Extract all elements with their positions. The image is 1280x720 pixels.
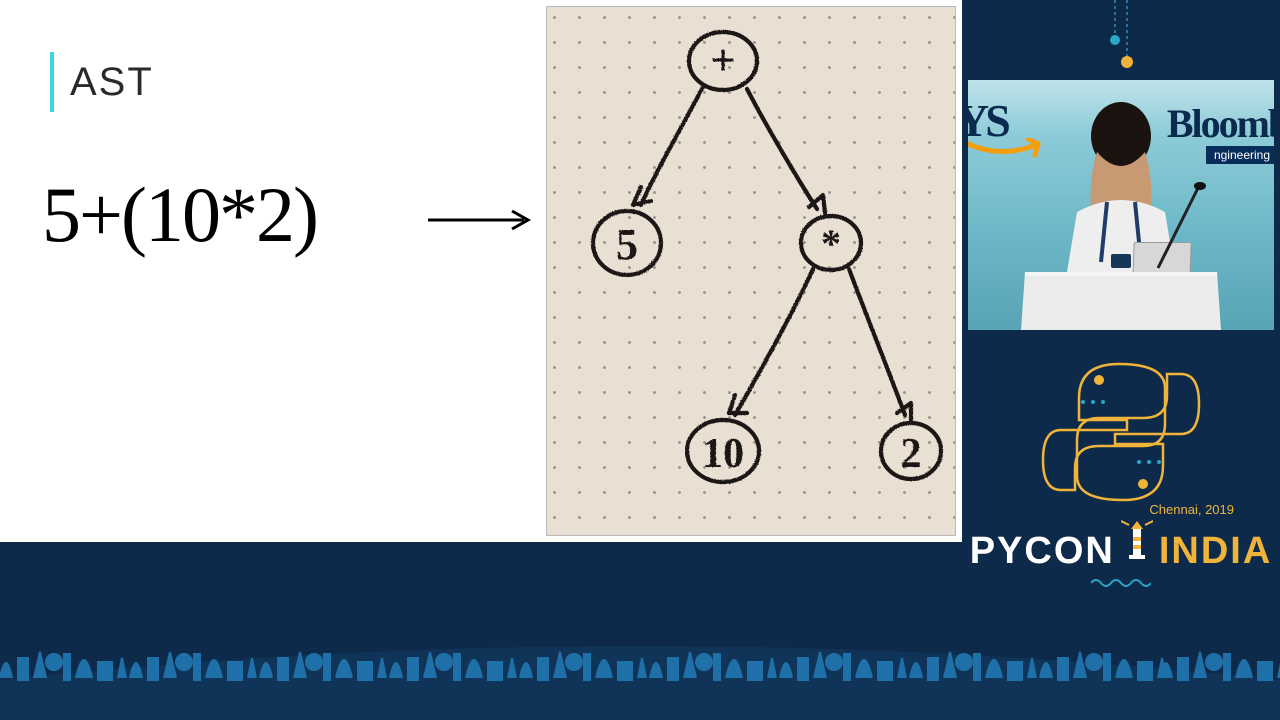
presentation-slide: AST 5+(10*2): [0, 0, 962, 542]
waves-icon: [1091, 577, 1151, 587]
slide-title: AST: [70, 60, 154, 105]
ast-node-left: 5: [616, 220, 638, 269]
event-subtitle: Chennai, 2019: [1149, 502, 1234, 517]
speaker-camera-frame: YS Bloombe ngineering: [968, 80, 1274, 330]
ast-node-right: *: [821, 221, 841, 266]
ast-node-right-right: 2: [901, 431, 922, 477]
ast-node-right-left: 10: [702, 431, 744, 477]
event-title-right: INDIA: [1159, 530, 1272, 573]
microphone-icon: [1152, 180, 1212, 270]
python-logo-icon: [1041, 352, 1201, 502]
hanging-ornament-icon: [1101, 0, 1141, 78]
event-title: PYCON INDIA: [970, 519, 1273, 573]
event-logo: Chennai, 2019 PYCON INDIA: [962, 352, 1280, 587]
sidebar: YS Bloombe ngineering: [962, 0, 1280, 720]
lectern: [1021, 272, 1221, 330]
ast-node-root: +: [710, 36, 735, 85]
sponsor-subtitle: ngineering: [1206, 146, 1274, 164]
slide-expression: 5+(10*2): [42, 170, 317, 260]
stage: AST 5+(10*2): [0, 0, 1280, 720]
ast-sketch: + 5 * 10 2: [546, 6, 956, 536]
lighthouse-icon: [1121, 519, 1153, 563]
accent-bar: [50, 52, 54, 112]
event-title-left: PYCON: [970, 530, 1115, 573]
aws-smile-icon: [968, 138, 1046, 160]
slide-title-wrap: AST: [50, 52, 154, 112]
arrow-icon: [428, 208, 538, 232]
